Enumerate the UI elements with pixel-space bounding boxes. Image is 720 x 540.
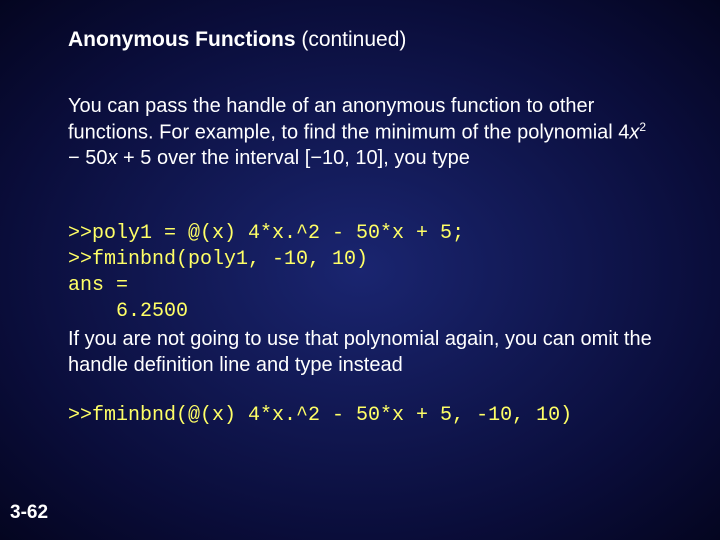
para1-x2: x [107, 147, 117, 169]
slide: Anonymous Functions (continued) You can … [0, 0, 720, 429]
code1-line4: 6.2500 [68, 300, 188, 323]
code1-line3: ans = [68, 274, 128, 297]
code2-line1: >>fminbnd(@(x) 4*x.^2 - 50*x + 5, -10, 1… [68, 404, 572, 427]
slide-title: Anonymous Functions (continued) [68, 28, 652, 52]
code1-line1: >>poly1 = @(x) 4*x.^2 - 50*x + 5; [68, 222, 464, 245]
code1-line2: >>fminbnd(poly1, -10, 10) [68, 248, 368, 271]
code-block-2: >>fminbnd(@(x) 4*x.^2 - 50*x + 5, -10, 1… [68, 403, 652, 429]
para1-x1: x [629, 121, 639, 143]
title-main: Anonymous Functions [68, 28, 296, 51]
paragraph-2: If you are not going to use that polynom… [68, 327, 652, 378]
paragraph-1: You can pass the handle of an anonymous … [68, 94, 652, 171]
page-number: 3-62 [10, 502, 48, 524]
para1-t2: − 50 [68, 147, 107, 169]
title-suffix: (continued) [296, 28, 407, 51]
para1-t3: + 5 over the interval [−10, 10], you typ… [117, 147, 469, 169]
para1-t1: You can pass the handle of an anonymous … [68, 95, 629, 143]
code-block-1: >>poly1 = @(x) 4*x.^2 - 50*x + 5; >>fmin… [68, 195, 652, 325]
